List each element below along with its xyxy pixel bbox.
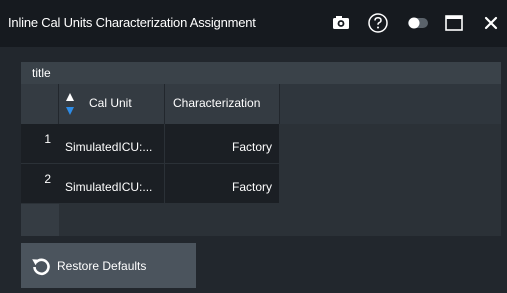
row-number[interactable]: 1 — [21, 124, 59, 164]
characterization-cell[interactable]: Factory — [165, 124, 280, 164]
column-header-row: Cal Unit Characterization — [21, 84, 501, 124]
column-header-cal-unit[interactable]: Cal Unit — [59, 84, 165, 124]
cal-unit-cell[interactable]: SimulatedICU:... — [59, 164, 165, 204]
row-header-corner — [21, 84, 59, 124]
table-title-bar: title — [21, 62, 501, 84]
camera-icon[interactable] — [328, 10, 354, 36]
maximize-icon[interactable] — [441, 10, 467, 36]
row-number[interactable]: 2 — [21, 164, 59, 204]
restore-defaults-label: Restore Defaults — [57, 258, 147, 273]
table-title: title — [32, 66, 51, 80]
column-header-characterization[interactable]: Characterization — [165, 84, 280, 124]
assignment-table: title Cal Unit Characterization 1 Simula… — [21, 62, 501, 236]
title-bar: Inline Cal Units Characterization Assign… — [0, 0, 507, 47]
column-label-cal-unit: Cal Unit — [89, 96, 132, 110]
sort-icon[interactable] — [65, 90, 75, 118]
undo-icon — [31, 256, 51, 276]
close-icon[interactable] — [478, 10, 504, 36]
characterization-cell[interactable]: Factory — [165, 164, 280, 204]
cal-unit-cell[interactable]: SimulatedICU:... — [59, 124, 165, 164]
restore-defaults-button[interactable]: Restore Defaults — [21, 243, 196, 288]
help-icon[interactable] — [365, 10, 391, 36]
toggle-icon[interactable] — [405, 10, 431, 36]
window-title: Inline Cal Units Characterization Assign… — [8, 15, 256, 30]
column-label-characterization: Characterization — [173, 96, 261, 110]
